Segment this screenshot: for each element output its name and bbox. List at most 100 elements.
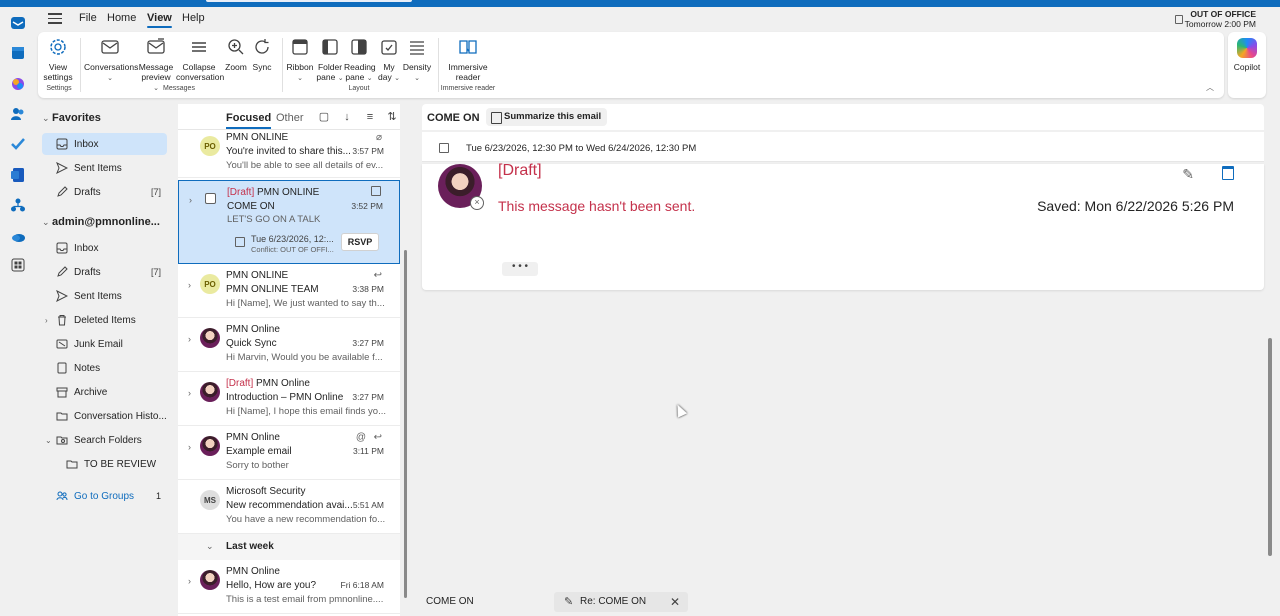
onedrive-app-icon[interactable] xyxy=(10,229,26,245)
favorites-label: Favorites xyxy=(52,112,101,124)
tab-other[interactable]: Other xyxy=(276,112,304,124)
arrow-down-icon[interactable]: ↓ xyxy=(341,111,353,123)
chevron-right-icon[interactable]: › xyxy=(188,442,191,452)
collapse-conversation-button[interactable]: Collapse conversation xyxy=(176,36,225,82)
tab-come-on[interactable]: COME ON xyxy=(422,592,550,612)
immersive-reader-button[interactable]: Immersive reader xyxy=(444,36,492,82)
show-more-button[interactable]: • • • xyxy=(502,262,538,276)
chevron-right-icon[interactable]: › xyxy=(188,280,191,290)
trash-icon xyxy=(56,314,68,326)
folder-conversation-history[interactable]: Conversation Histo... xyxy=(42,405,167,427)
chevron-right-icon[interactable]: › xyxy=(188,334,191,344)
view-settings-button[interactable]: View settings xyxy=(42,36,74,82)
filter-icon[interactable]: ≡ xyxy=(364,111,376,123)
folder-drafts[interactable]: Drafts [7] xyxy=(42,261,167,283)
people-app-icon[interactable] xyxy=(10,106,26,122)
folder-pane-button[interactable]: Folder pane ⌄ xyxy=(316,36,344,84)
message-preview-icon xyxy=(145,36,167,58)
word-app-icon[interactable] xyxy=(10,167,26,183)
list-item-selected[interactable]: › [Draft] PMN ONLINE COME ON 3:52 PM LET… xyxy=(178,180,400,264)
message-subject: Introduction – PMN Online xyxy=(226,392,344,403)
menu-help[interactable]: Help xyxy=(182,12,205,24)
menu-home[interactable]: Home xyxy=(107,12,136,24)
reading-pane-scrollbar[interactable] xyxy=(1268,338,1272,556)
list-item[interactable]: › [Draft] PMN Online Introduction – PMN … xyxy=(178,374,400,426)
density-button[interactable]: Density ⌄ xyxy=(402,36,432,84)
sender-name: PMN ONLINE xyxy=(257,187,320,198)
go-to-groups-link[interactable]: Go to Groups 1 xyxy=(42,485,167,507)
menu-view[interactable]: View xyxy=(147,12,172,28)
folder-deleted-items[interactable]: › Deleted Items xyxy=(42,309,167,331)
reply-icon: ↩ xyxy=(373,432,382,443)
account-header[interactable]: ⌄ admin@pmnonline... xyxy=(42,216,160,228)
mail-app-icon[interactable] xyxy=(10,15,26,31)
sync-button[interactable]: Sync xyxy=(250,36,274,72)
reading-subject: COME ON xyxy=(427,112,480,124)
select-checkbox[interactable] xyxy=(205,193,216,204)
list-item[interactable]: › PMN Online Quick Sync 3:27 PM Hi Marvi… xyxy=(178,320,400,372)
todo-app-icon[interactable] xyxy=(10,136,26,152)
chevron-down-icon[interactable]: ⌄ xyxy=(45,436,52,445)
sort-icon[interactable]: ⇅ xyxy=(386,111,398,123)
chevron-right-icon[interactable]: › xyxy=(188,388,191,398)
chevron-right-icon[interactable]: › xyxy=(189,195,192,205)
tab-focused[interactable]: Focused xyxy=(226,112,272,129)
message-subject: New recommendation avai... xyxy=(226,500,353,511)
close-icon[interactable]: ✕ xyxy=(670,592,680,612)
folder-to-be-review[interactable]: TO BE REVIEW xyxy=(52,453,167,475)
reading-pane-button[interactable]: Reading pane ⌄ xyxy=(344,36,376,84)
zoom-button[interactable]: Zoom xyxy=(224,36,248,72)
pencil-icon xyxy=(56,186,68,198)
folder-junk-email[interactable]: Junk Email xyxy=(42,333,167,355)
last-week-group-header[interactable]: ⌄ Last week xyxy=(178,534,400,560)
folder-inbox[interactable]: Inbox xyxy=(42,237,167,259)
folder-sent-items[interactable]: Sent Items xyxy=(42,285,167,307)
favorite-drafts[interactable]: Drafts [7] xyxy=(42,181,167,203)
folder-count: [7] xyxy=(150,187,161,197)
summarize-button[interactable]: Summarize this email xyxy=(486,108,608,126)
list-item[interactable]: › PMN Online @ ↩ Example email 3:11 PM S… xyxy=(178,428,400,480)
more-apps-icon[interactable] xyxy=(10,257,26,273)
folder-label: Inbox xyxy=(74,242,99,254)
my-day-button[interactable]: My day ⌄ xyxy=(376,36,402,84)
message-list-scrollbar[interactable] xyxy=(404,250,407,598)
copilot-button[interactable]: Copilot xyxy=(1228,32,1266,98)
folder-icon xyxy=(66,458,78,470)
folder-search-folders[interactable]: ⌄ Search Folders xyxy=(42,429,167,451)
folder-archive[interactable]: Archive xyxy=(42,381,167,403)
event-time-range: Tue 6/23/2026, 12:30 PM to Wed 6/24/2026… xyxy=(466,143,697,154)
out-of-office-status[interactable]: OUT OF OFFICE Tomorrow 2:00 PM xyxy=(1185,9,1256,29)
folder-notes[interactable]: Notes xyxy=(42,357,167,379)
ribbon-layout-button[interactable]: Ribbon ⌄ xyxy=(286,36,314,84)
rsvp-button[interactable]: RSVP xyxy=(341,233,379,251)
collapse-conversation-label: Collapse conversation xyxy=(176,62,225,82)
menu-file[interactable]: File xyxy=(79,12,97,24)
chevron-right-icon[interactable]: › xyxy=(188,576,191,586)
list-item[interactable]: › PMN Online Hello, How are you? Fri 6:1… xyxy=(178,562,400,614)
groups-icon xyxy=(56,490,68,502)
chevron-up-icon[interactable]: ︿ xyxy=(1206,82,1214,93)
hamburger-icon[interactable] xyxy=(48,13,62,24)
delete-icon[interactable] xyxy=(1222,166,1234,180)
search-box[interactable] xyxy=(206,0,412,2)
calendar-app-icon[interactable] xyxy=(10,45,26,61)
favorite-inbox[interactable]: Inbox xyxy=(42,133,167,155)
favorites-header[interactable]: ⌄ Favorites xyxy=(42,112,101,124)
favorite-sent-items[interactable]: Sent Items xyxy=(42,157,167,179)
org-explorer-icon[interactable] xyxy=(10,197,26,213)
group-label: Last week xyxy=(226,541,274,552)
title-bar xyxy=(0,0,1280,7)
message-list-header: Focused Other ▢ ↓ ≡ ⇅ xyxy=(178,104,400,130)
tab-re-come-on[interactable]: ✎ Re: COME ON ✕ xyxy=(554,592,688,612)
copilot-app-icon[interactable] xyxy=(10,76,26,92)
event-chip[interactable]: Tue 6/23/2026, 12:... Conflict: OUT OF O… xyxy=(235,233,341,255)
message-subject: Example email xyxy=(226,446,292,457)
list-item[interactable]: MS Microsoft Security New recommendation… xyxy=(178,482,400,534)
conversations-button[interactable]: Conversations ⌄ xyxy=(84,36,138,84)
list-item[interactable]: PO PMN ONLINE ⌀ You're invited to share … xyxy=(178,130,400,178)
list-item[interactable]: › PO PMN ONLINE ↩ PMN ONLINE TEAM 3:38 P… xyxy=(178,266,400,318)
folder-label: Junk Email xyxy=(74,338,123,350)
select-icon[interactable]: ▢ xyxy=(318,111,330,123)
edit-icon[interactable]: ✎ xyxy=(1182,166,1194,183)
chevron-right-icon[interactable]: › xyxy=(45,316,48,325)
